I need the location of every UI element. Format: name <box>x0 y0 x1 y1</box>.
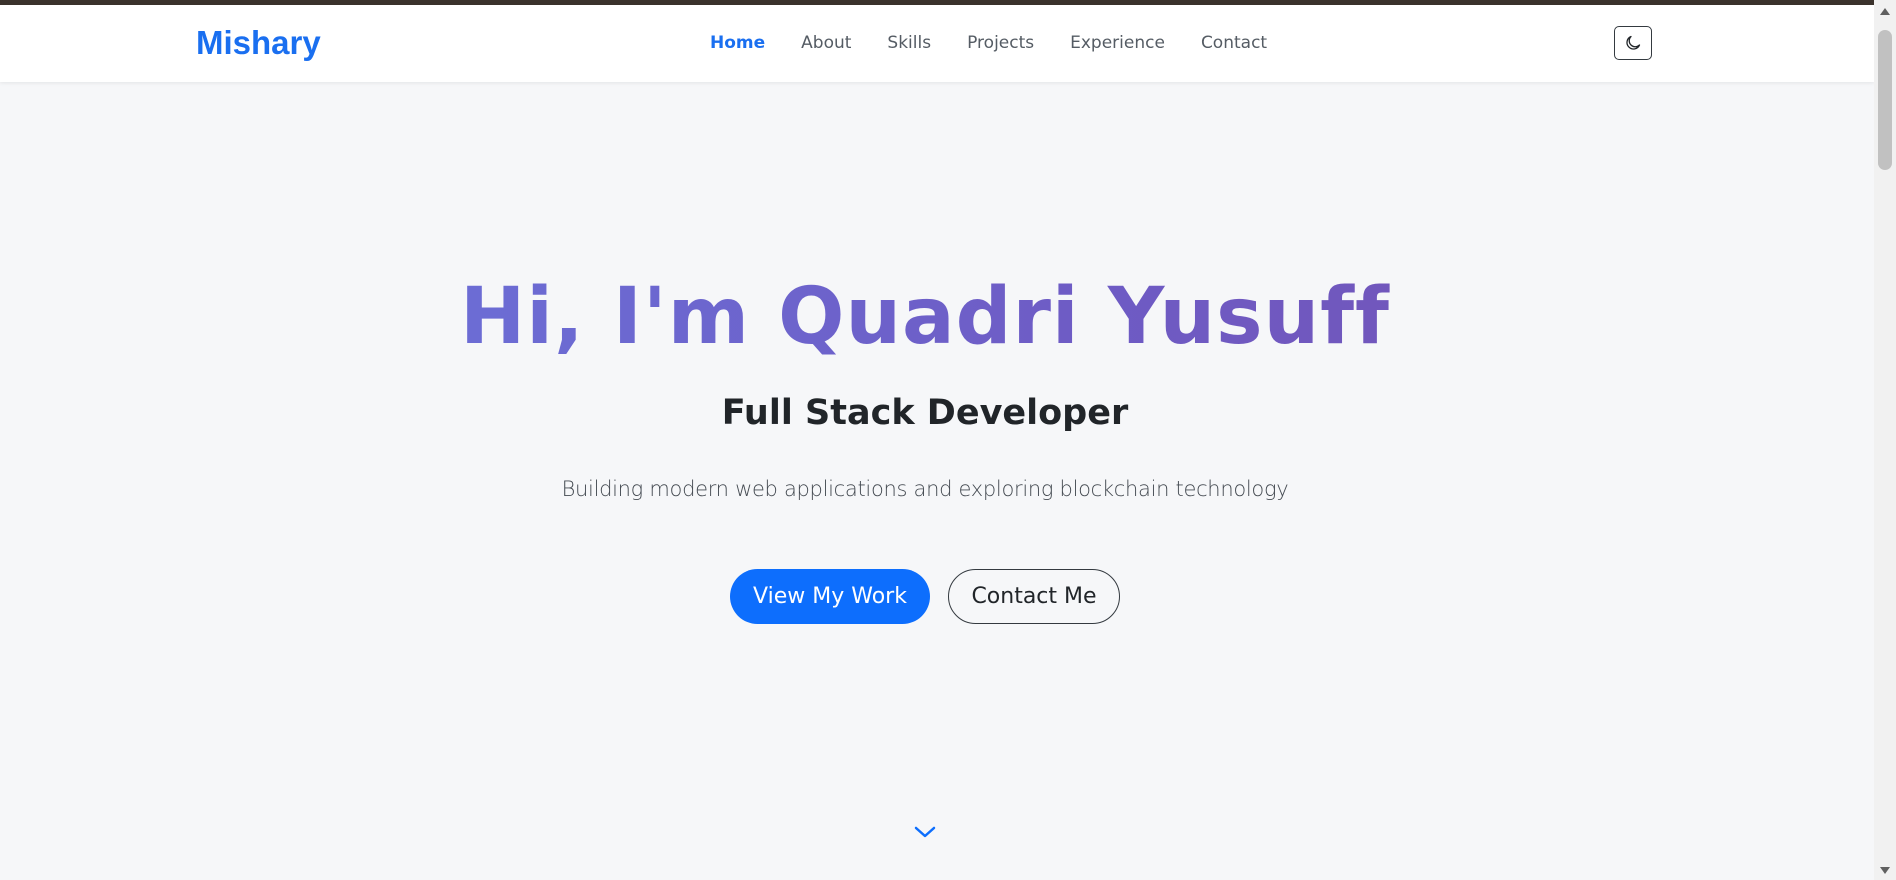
scrollbar-thumb[interactable] <box>1878 30 1892 170</box>
page-scrollbar[interactable] <box>1874 0 1896 880</box>
view-my-work-button[interactable]: View My Work <box>730 569 930 624</box>
scroll-up-arrow-icon[interactable] <box>1879 6 1891 16</box>
navbar: Mishary Home About Skills Projects Exper… <box>0 5 1874 82</box>
scroll-down-link[interactable] <box>913 822 937 842</box>
contact-me-button[interactable]: Contact Me <box>948 569 1120 624</box>
nav-item-contact[interactable]: Contact <box>1201 33 1267 53</box>
brand-logo[interactable]: Mishary <box>196 24 321 62</box>
nav-item-experience[interactable]: Experience <box>1070 33 1165 53</box>
hero-subtitle: Full Stack Developer <box>721 393 1129 433</box>
nav-item-home[interactable]: Home <box>710 33 765 53</box>
hero-section: Hi, I'm Quadri Yusuff Full Stack Develop… <box>0 82 1874 880</box>
chevron-down-icon <box>914 826 936 838</box>
nav-links: Home About Skills Projects Experience Co… <box>710 33 1303 53</box>
nav-item-skills[interactable]: Skills <box>887 33 931 53</box>
moon-icon <box>1626 35 1641 50</box>
hero-buttons: View My Work Contact Me <box>730 569 1120 624</box>
scroll-down-arrow-icon[interactable] <box>1879 866 1891 876</box>
theme-toggle-button[interactable] <box>1614 26 1652 60</box>
nav-item-about[interactable]: About <box>801 33 851 53</box>
hero-title: Hi, I'm Quadri Yusuff <box>0 272 1850 362</box>
nav-item-projects[interactable]: Projects <box>967 33 1034 53</box>
hero-description: Building modern web applications and exp… <box>561 477 1289 501</box>
